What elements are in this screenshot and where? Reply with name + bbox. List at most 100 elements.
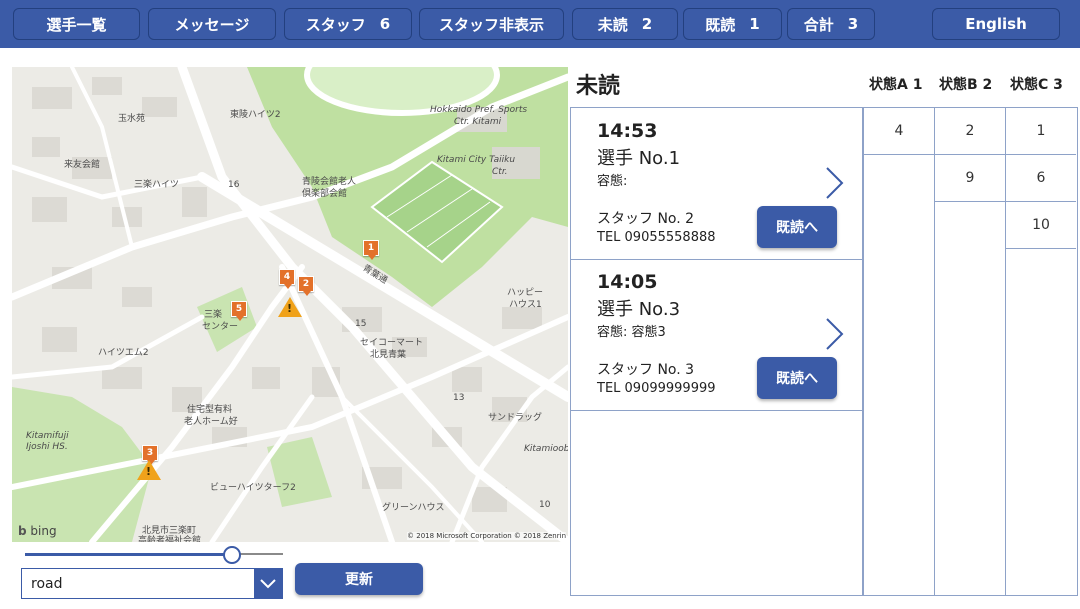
state-c-cell[interactable]: 6 <box>1006 155 1076 202</box>
read-count: 1 <box>749 15 760 33</box>
unread-count: 2 <box>641 15 653 33</box>
list-item[interactable]: 14:05 選手 No.3 容態: 容態3 スタッフ No. 3 TEL 090… <box>571 259 862 411</box>
player-list-button[interactable]: 選手一覧 <box>13 8 140 40</box>
mark-read-button[interactable]: 既読へ <box>757 357 837 399</box>
bing-icon: b <box>18 524 27 538</box>
map-label-kitamifuji-2: Ijoshi HS. <box>26 442 68 452</box>
staff-count: 6 <box>379 15 391 33</box>
item-staff: スタッフ No. 2 <box>597 211 695 227</box>
map-label-sanraku-center-2: センター <box>202 322 239 332</box>
unread-list: 14:53 選手 No.1 容態: スタッフ No. 2 TEL 0905555… <box>570 107 863 596</box>
state-c-cell[interactable]: 10 <box>1006 202 1076 249</box>
state-b-header: 状態B 2 <box>939 74 992 94</box>
map-pin-5[interactable]: 5 <box>231 301 247 321</box>
map-label-taiiku-center: Kitami City Taiiku <box>437 155 516 165</box>
item-tel: TEL 09099999999 <box>597 381 716 396</box>
slider-track-filled <box>25 553 231 556</box>
unread-label: 未読 <box>597 15 628 34</box>
zoom-slider[interactable] <box>25 546 283 564</box>
map-pin-4[interactable]: 4 <box>279 269 295 289</box>
item-time: 14:05 <box>597 271 658 293</box>
item-player: 選手 No.1 <box>597 148 681 169</box>
map-pin-1[interactable]: 1 <box>363 240 379 260</box>
state-a-label: 状態A <box>869 77 908 93</box>
unread-button[interactable]: 未読 2 <box>572 8 678 40</box>
list-title: 未読 <box>576 74 621 99</box>
map-label-kitamifuji-1: Kitamifuji <box>26 431 69 441</box>
state-b-cell[interactable]: 2 <box>935 108 1005 155</box>
map-label-seicomart-2: 北見青葉 <box>370 350 407 360</box>
hide-staff-button[interactable]: スタッフ非表示 <box>419 8 564 40</box>
map-label-sanraku-heights: 三楽ハイツ <box>134 180 179 190</box>
map-label-road-16: 16 <box>228 180 240 190</box>
hide-staff-label: スタッフ非表示 <box>438 15 544 34</box>
map-label-kitami-sanraku-2: 高齢者福祉会館 <box>138 536 202 542</box>
item-time: 14:53 <box>597 120 658 142</box>
map-label-sports-center-2: Ctr. Kitami <box>454 117 502 127</box>
item-condition: 容態: 容態3 <box>597 325 666 340</box>
map-label-seiryo-2: 倶楽部会館 <box>302 189 348 199</box>
warning-icon[interactable]: ! <box>278 297 302 317</box>
read-label: 既読 <box>705 15 736 34</box>
map-label-sports-center: Hokkaido Pref. Sports <box>430 105 528 115</box>
total-count: 3 <box>847 15 859 33</box>
map-pin-2[interactable]: 2 <box>298 276 314 296</box>
bing-logo: b bing <box>18 524 57 538</box>
map-label-taiiku-center-2: Ctr. <box>492 167 508 177</box>
map-label-sundrug: サンドラッグ <box>488 413 543 423</box>
map-label-road-15: 15 <box>355 319 367 329</box>
update-button[interactable]: 更新 <box>295 563 423 595</box>
state-a-count: 1 <box>912 77 923 93</box>
bing-text: bing <box>30 524 57 538</box>
map-label-road-13: 13 <box>453 393 465 403</box>
slider-thumb[interactable] <box>223 546 241 564</box>
total-label: 合計 <box>803 15 834 34</box>
state-c-column: 1 6 10 <box>1005 107 1078 596</box>
map-pin-3[interactable]: 3 <box>142 445 158 465</box>
chevron-down-icon[interactable] <box>254 569 282 598</box>
language-label: English <box>965 15 1027 33</box>
player-list-label: 選手一覧 <box>46 15 107 34</box>
map-label-view-heights: ビューハイツターフ2 <box>210 483 296 493</box>
map-label-raiyu: 来友会館 <box>64 160 101 170</box>
messages-label: メッセージ <box>174 15 250 34</box>
item-player: 選手 No.3 <box>597 299 681 320</box>
language-button[interactable]: English <box>932 8 1060 40</box>
map-label-road-10: 10 <box>539 500 551 510</box>
map-label-happy-2: ハウス1 <box>509 300 542 310</box>
list-item[interactable]: 14:53 選手 No.1 容態: スタッフ No. 2 TEL 0905555… <box>571 108 862 260</box>
state-c-label: 状態C <box>1010 77 1049 93</box>
state-b-label: 状態B <box>939 77 978 93</box>
map-label-green-house: グリーンハウス <box>382 503 445 513</box>
mark-read-button[interactable]: 既読へ <box>757 206 837 248</box>
total-button[interactable]: 合計 3 <box>787 8 875 40</box>
map-label-heights-m: ハイツエム2 <box>98 348 149 358</box>
item-condition: 容態: <box>597 174 628 189</box>
state-a-column: 4 <box>863 107 935 596</box>
map-label-touryo: 東陵ハイツ2 <box>230 110 281 120</box>
item-staff: スタッフ No. 3 <box>597 362 695 378</box>
warning-mark: ! <box>287 302 293 315</box>
staff-label: スタッフ <box>305 15 366 34</box>
state-b-column: 2 9 <box>934 107 1006 596</box>
state-c-cell[interactable]: 1 <box>1006 108 1076 155</box>
messages-button[interactable]: メッセージ <box>148 8 276 40</box>
state-a-cell[interactable]: 4 <box>864 108 934 155</box>
map-label-jutaku-2: 老人ホーム好 <box>184 417 238 427</box>
map-copyright: © 2018 Microsoft Corporation © 2018 Zenr… <box>407 532 566 540</box>
chevron-right-icon[interactable] <box>825 317 845 355</box>
staff-button[interactable]: スタッフ 6 <box>284 8 412 40</box>
state-c-header: 状態C 3 <box>1010 74 1063 94</box>
map-type-value: road <box>31 576 63 592</box>
warning-icon[interactable]: ! <box>137 460 161 480</box>
chevron-right-icon[interactable] <box>825 166 845 204</box>
state-c-count: 3 <box>1053 77 1063 93</box>
top-nav-bar: 選手一覧 メッセージ スタッフ 6 スタッフ非表示 未読 2 既読 1 合計 3 Eng… <box>0 0 1080 48</box>
map-type-dropdown[interactable]: road <box>21 568 283 599</box>
state-b-count: 2 <box>982 77 993 93</box>
read-button[interactable]: 既読 1 <box>683 8 782 40</box>
state-b-cell[interactable]: 9 <box>935 155 1005 202</box>
state-a-header: 状態A 1 <box>869 74 922 94</box>
warning-mark: ! <box>146 465 152 478</box>
map-view[interactable]: Hokkaido Pref. Sports Ctr. Kitami Kitami… <box>12 67 568 542</box>
